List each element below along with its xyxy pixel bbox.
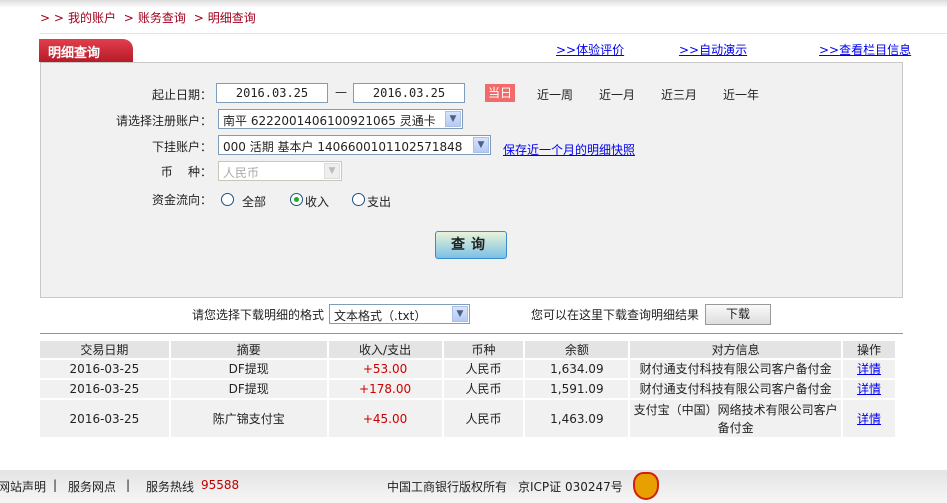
details-link[interactable]: 详情 xyxy=(857,382,881,396)
cell-amount: +178.00 xyxy=(327,378,444,399)
table-row: 2016-03-25 DF提现 +178.00 人民币 1,591.09 财付通… xyxy=(40,378,897,399)
cell-balance: 1,463.09 xyxy=(524,398,631,437)
cell-currency: 人民币 xyxy=(442,398,526,437)
range-month[interactable]: 近一月 xyxy=(599,86,635,103)
account-label: 请选择注册账户： xyxy=(115,114,212,128)
demo-link[interactable]: >>自动演示 xyxy=(679,41,747,58)
radio-all-label: 全部 xyxy=(242,195,267,209)
col-currency: 币种 xyxy=(442,341,526,359)
divider xyxy=(40,33,947,34)
cell-currency: 人民币 xyxy=(442,378,526,399)
col-amount: 收入/支出 xyxy=(327,341,444,359)
chevron-down-icon: ▼ xyxy=(452,306,468,322)
sub-account-value: 000 活期 基本户 1406600101102571848 xyxy=(223,140,463,154)
chevron-icon: > > xyxy=(40,11,64,25)
separator: | xyxy=(126,478,131,492)
account-value: 南平 6222001406100921065 灵通卡 xyxy=(223,114,436,128)
cell-summary: DF提现 xyxy=(169,378,329,399)
radio-income-label: 收入 xyxy=(305,195,330,209)
column-info-link[interactable]: >>查看栏目信息 xyxy=(819,41,911,58)
format-label: 请您选择下载明细的格式 xyxy=(192,308,325,322)
flow-label: 资金流向： xyxy=(151,193,212,207)
cell-summary: DF提现 xyxy=(169,358,329,379)
date-from-input[interactable]: 2016.03.25 xyxy=(216,83,328,103)
query-button[interactable]: 查询 xyxy=(435,231,507,259)
radio-income[interactable] xyxy=(290,193,303,206)
chevron-icon: > xyxy=(123,11,134,25)
cell-date: 2016-03-25 xyxy=(40,358,171,379)
range-today[interactable]: 当日 xyxy=(485,84,515,102)
download-hint: 您可以在这里下载查询明细结果 xyxy=(531,308,700,322)
col-balance: 余额 xyxy=(524,341,631,359)
sub-account-label: 下挂账户： xyxy=(151,140,212,154)
date-label: 起止日期： xyxy=(151,88,212,102)
range-year[interactable]: 近一年 xyxy=(723,86,759,103)
cell-counterparty: 支付宝（中国）网络技术有限公司客户备付金 xyxy=(629,398,844,437)
cell-amount: +45.00 xyxy=(327,398,444,437)
cell-summary: 陈广锦支付宝 xyxy=(169,398,329,437)
chevron-down-icon: ▼ xyxy=(324,163,340,179)
range-week[interactable]: 近一周 xyxy=(537,86,573,103)
breadcrumb: > > 我的账户 > 账务查询 > 明细查询 xyxy=(40,9,260,26)
demo-label: 自动演示 xyxy=(699,43,748,57)
details-link[interactable]: 详情 xyxy=(857,362,881,376)
sub-account-select[interactable]: 000 活期 基本户 1406600101102571848 ▼ xyxy=(218,135,491,155)
breadcrumb-item: 明细查询 xyxy=(207,11,256,25)
format-select[interactable]: 文本格式（.txt） ▼ xyxy=(329,304,470,324)
col-action: 操作 xyxy=(842,341,897,359)
chevron-icon: > xyxy=(193,11,204,25)
cell-balance: 1,634.09 xyxy=(524,358,631,379)
divider xyxy=(40,333,903,334)
detail-table: 交易日期 摘要 收入/支出 币种 余额 对方信息 操作 2016-03-25 D… xyxy=(40,341,897,437)
date-to-input[interactable]: 2016.03.25 xyxy=(353,83,465,103)
statement-link[interactable]: 网站声明 xyxy=(0,478,46,495)
copyright: 中国工商银行版权所有 xyxy=(387,480,508,494)
feedback-label: 体验评价 xyxy=(576,43,625,57)
outlets-link[interactable]: 服务网点 xyxy=(68,478,116,495)
currency-label: 币 种： xyxy=(160,165,212,179)
police-badge-icon[interactable] xyxy=(633,472,659,500)
cell-balance: 1,591.09 xyxy=(524,378,631,399)
currency-value: 人民币 xyxy=(223,166,260,180)
breadcrumb-item[interactable]: 账务查询 xyxy=(138,11,186,25)
footer: 网站声明 | 服务网点 | 服务热线 95588 中国工商银行版权所有 京ICP… xyxy=(0,470,947,503)
cell-date: 2016-03-25 xyxy=(40,378,171,399)
column-info-label: 查看栏目信息 xyxy=(839,43,912,57)
feedback-link[interactable]: >>体验评价 xyxy=(556,41,624,58)
icp: 京ICP证 030247号 xyxy=(518,480,623,494)
cell-action: 详情 xyxy=(842,358,897,379)
col-summary: 摘要 xyxy=(169,341,329,359)
col-date: 交易日期 xyxy=(40,341,171,359)
chevron-down-icon: ▼ xyxy=(445,111,461,127)
breadcrumb-item[interactable]: 我的账户 xyxy=(68,11,116,25)
hotline-number: 95588 xyxy=(201,478,240,492)
table-row: 2016-03-25 DF提现 +53.00 人民币 1,634.09 财付通支… xyxy=(40,358,897,379)
separator: | xyxy=(53,478,58,492)
cell-amount: +53.00 xyxy=(327,358,444,379)
cell-currency: 人民币 xyxy=(442,358,526,379)
top-shade xyxy=(0,0,947,8)
cell-counterparty: 财付通支付科技有限公司客户备付金 xyxy=(629,358,844,379)
cell-date: 2016-03-25 xyxy=(40,398,171,437)
currency-select: 人民币 ▼ xyxy=(218,161,342,181)
hotline-label: 服务热线 xyxy=(146,480,195,494)
table-row: 2016-03-25 陈广锦支付宝 +45.00 人民币 1,463.09 支付… xyxy=(40,398,897,437)
date-separator: — xyxy=(335,85,347,99)
radio-expense[interactable] xyxy=(352,193,365,206)
table-header: 交易日期 摘要 收入/支出 币种 余额 对方信息 操作 xyxy=(40,341,897,359)
format-value: 文本格式（.txt） xyxy=(334,309,427,323)
radio-all[interactable] xyxy=(221,193,234,206)
account-select[interactable]: 南平 6222001406100921065 灵通卡 ▼ xyxy=(218,109,463,129)
cell-action: 详情 xyxy=(842,398,897,437)
range-3months[interactable]: 近三月 xyxy=(661,86,697,103)
chevron-down-icon: ▼ xyxy=(473,137,489,153)
cell-action: 详情 xyxy=(842,378,897,399)
download-button[interactable]: 下载 xyxy=(705,304,771,325)
save-snapshot-link[interactable]: 保存近一个月的明细快照 xyxy=(503,141,635,158)
radio-expense-label: 支出 xyxy=(367,195,392,209)
cell-counterparty: 财付通支付科技有限公司客户备付金 xyxy=(629,378,844,399)
details-link[interactable]: 详情 xyxy=(857,412,881,426)
col-counterparty: 对方信息 xyxy=(629,341,844,359)
tab-detail-query[interactable]: 明细查询 xyxy=(39,39,133,62)
